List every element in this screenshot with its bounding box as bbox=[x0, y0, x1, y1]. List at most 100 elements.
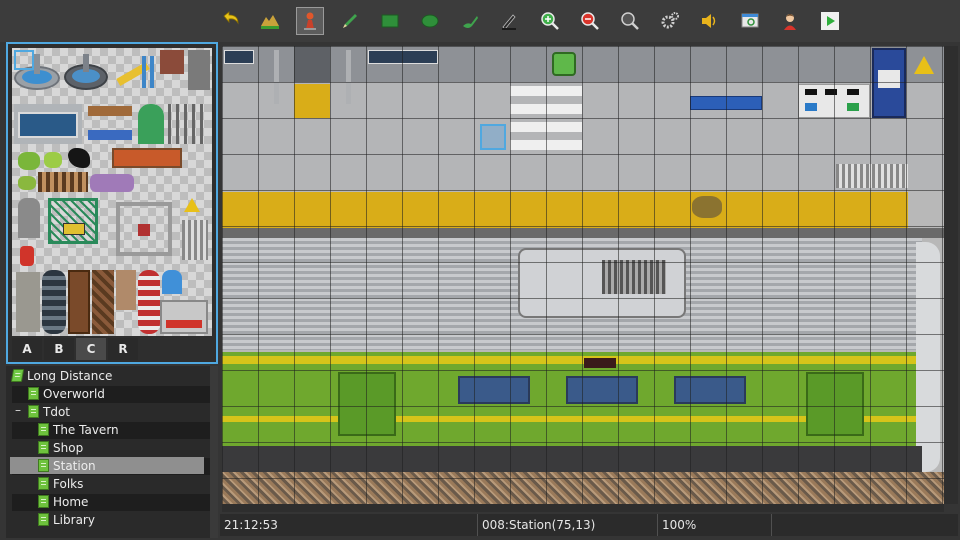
tree-node-shop[interactable]: Shop bbox=[38, 439, 83, 456]
shadow-pen-icon bbox=[502, 14, 516, 30]
grate-tile[interactable] bbox=[182, 220, 208, 260]
tree-node-label: Shop bbox=[53, 440, 84, 455]
speaker-icon bbox=[702, 14, 716, 28]
zoom-out-button[interactable] bbox=[576, 7, 604, 35]
status-time: 21:12:53 bbox=[220, 514, 478, 536]
gears-icon bbox=[661, 12, 679, 29]
tree-node-label: Library bbox=[53, 512, 95, 527]
map-horizontal-scrollbar[interactable] bbox=[222, 504, 944, 512]
event-layer-button[interactable] bbox=[296, 7, 324, 35]
event-sprite[interactable] bbox=[552, 52, 576, 76]
playtest-button[interactable] bbox=[816, 7, 844, 35]
tree-node-tdot[interactable]: Tdot bbox=[28, 403, 70, 420]
column-tile[interactable] bbox=[188, 50, 210, 90]
tab-c[interactable]: C bbox=[76, 338, 106, 360]
tree-node-home[interactable]: Home bbox=[38, 493, 88, 510]
tire-stack-tile[interactable] bbox=[42, 270, 66, 334]
tree-node-the-tavern[interactable]: The Tavern bbox=[38, 421, 119, 438]
tree-node-label: Long Distance bbox=[27, 368, 113, 383]
statue-tile[interactable] bbox=[18, 198, 40, 238]
signboard-tile[interactable] bbox=[160, 50, 184, 74]
bench-tile[interactable] bbox=[86, 104, 134, 144]
actual-size-icon bbox=[621, 12, 639, 30]
frame-tile[interactable] bbox=[116, 202, 172, 256]
map-icon bbox=[28, 387, 39, 400]
zoom-out-icon bbox=[581, 12, 599, 30]
rectangle-button[interactable] bbox=[376, 7, 404, 35]
plant-tile[interactable] bbox=[18, 176, 36, 190]
playground-slide-tile[interactable] bbox=[112, 54, 156, 90]
flowerbed-tile[interactable] bbox=[112, 148, 182, 168]
tree-node-label: Home bbox=[53, 494, 89, 509]
undo-button[interactable] bbox=[217, 7, 245, 35]
plant-tile[interactable] bbox=[44, 152, 62, 168]
undo-arrow-icon bbox=[223, 11, 239, 25]
tile-palette: A B C R bbox=[6, 42, 218, 364]
fountain-tile[interactable] bbox=[64, 52, 108, 92]
hole-tile[interactable] bbox=[68, 148, 90, 168]
sound-test-button[interactable] bbox=[696, 7, 724, 35]
arch-tile[interactable] bbox=[138, 104, 164, 144]
hydrant-tile[interactable] bbox=[20, 246, 34, 266]
fill-button[interactable] bbox=[456, 7, 484, 35]
tree-node-library[interactable]: Library bbox=[38, 511, 95, 528]
database-button[interactable] bbox=[656, 7, 684, 35]
palette-tabs: A B C R bbox=[12, 338, 140, 360]
barrier-tile[interactable] bbox=[138, 270, 160, 334]
map-layer-icon bbox=[261, 15, 279, 29]
ticket-machine bbox=[798, 84, 870, 118]
map-icon bbox=[38, 513, 49, 526]
warning-sign-tile[interactable] bbox=[184, 198, 200, 212]
platform-edge-strip bbox=[222, 192, 908, 228]
flowers-tile[interactable] bbox=[90, 174, 134, 192]
tileset-grid[interactable] bbox=[12, 48, 212, 336]
actual-size-button[interactable] bbox=[616, 7, 644, 35]
plant-tile[interactable] bbox=[18, 152, 40, 170]
map-icon bbox=[38, 459, 49, 472]
train-nose bbox=[916, 242, 940, 472]
pencil-button[interactable] bbox=[336, 7, 364, 35]
map-canvas[interactable] bbox=[222, 46, 944, 504]
map-vertical-scrollbar[interactable] bbox=[944, 46, 958, 504]
dark-wall-tile bbox=[294, 46, 330, 82]
tree-node-overworld[interactable]: Overworld bbox=[28, 385, 105, 402]
trash-bins bbox=[836, 164, 908, 188]
zoom-in-button[interactable] bbox=[536, 7, 564, 35]
map-layer-button[interactable] bbox=[256, 7, 284, 35]
tree-node-long-distance[interactable]: Long Distance bbox=[10, 367, 113, 384]
event-searcher-button[interactable] bbox=[736, 7, 764, 35]
tab-r[interactable]: R bbox=[108, 338, 138, 360]
seat-tile[interactable] bbox=[162, 270, 182, 294]
train-body bbox=[222, 352, 922, 446]
shadow-pen-button[interactable] bbox=[496, 7, 524, 35]
tree-node-label: The Tavern bbox=[53, 422, 119, 437]
ellipse-icon bbox=[421, 14, 439, 28]
tab-a[interactable]: A bbox=[12, 338, 42, 360]
crate-tile[interactable] bbox=[92, 270, 114, 334]
storefront-tile[interactable] bbox=[14, 104, 82, 144]
character-generator-button[interactable] bbox=[776, 7, 804, 35]
pillar-tile[interactable] bbox=[16, 272, 40, 332]
box-tile[interactable] bbox=[116, 270, 136, 310]
toolbar bbox=[0, 0, 960, 42]
status-map-info: 008:Station(75,13) bbox=[478, 514, 658, 536]
tree-node-label: Folks bbox=[53, 476, 84, 491]
tab-b[interactable]: B bbox=[44, 338, 74, 360]
fence-tile[interactable] bbox=[168, 104, 208, 144]
panel-tile[interactable] bbox=[160, 300, 208, 334]
platform-edge bbox=[222, 228, 944, 238]
tactile-block bbox=[294, 84, 330, 118]
tree-scrollbar[interactable] bbox=[210, 366, 218, 538]
crate-tile[interactable] bbox=[68, 270, 90, 334]
wooden-fence-tile[interactable] bbox=[38, 172, 88, 192]
tree-node-folks[interactable]: Folks bbox=[38, 475, 83, 492]
gate-tile[interactable] bbox=[48, 198, 98, 244]
tile-selection-cursor bbox=[14, 50, 34, 70]
map-cursor bbox=[480, 124, 506, 150]
ellipse-button[interactable] bbox=[416, 7, 444, 35]
character-icon bbox=[784, 14, 796, 30]
play-icon bbox=[821, 12, 839, 30]
map-icon bbox=[38, 441, 49, 454]
tree-node-station[interactable]: Station bbox=[10, 457, 204, 474]
collapse-toggle[interactable]: – bbox=[15, 404, 24, 416]
